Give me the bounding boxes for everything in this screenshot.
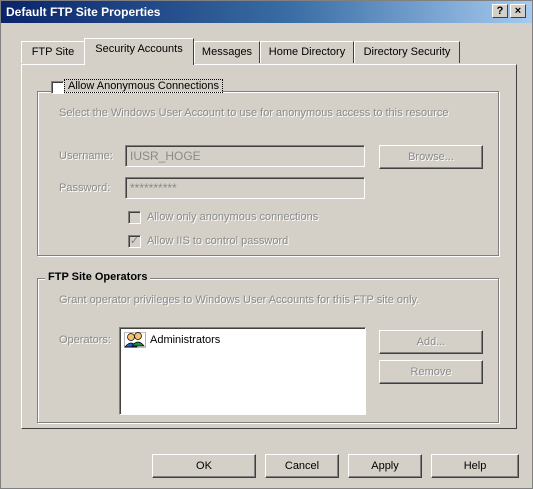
username-label: Username: bbox=[59, 150, 113, 162]
iis-control-checkbox[interactable]: ✓ bbox=[128, 235, 141, 248]
only-anonymous-checkbox[interactable] bbox=[128, 211, 141, 224]
help-button[interactable]: Help bbox=[431, 454, 519, 478]
window-title: Default FTP Site Properties bbox=[6, 5, 161, 19]
add-button[interactable]: Add... bbox=[379, 330, 483, 354]
tab-security-accounts[interactable]: Security Accounts bbox=[84, 38, 194, 65]
username-field[interactable]: IUSR_HOGE bbox=[125, 145, 365, 167]
anonymous-description: Select the Windows User Account to use f… bbox=[59, 107, 449, 119]
operators-list[interactable]: Administrators bbox=[119, 327, 366, 415]
operators-description: Grant operator privileges to Windows Use… bbox=[59, 294, 420, 306]
ok-button[interactable]: OK bbox=[152, 454, 256, 478]
iis-control-label: Allow IIS to control password bbox=[147, 235, 289, 247]
group-users-icon bbox=[124, 332, 146, 351]
properties-dialog: Default FTP Site Properties ? × FTP Site… bbox=[0, 0, 533, 489]
password-label: Password: bbox=[59, 182, 111, 194]
tab-messages[interactable]: Messages bbox=[194, 41, 260, 63]
password-field[interactable]: ********** bbox=[125, 177, 365, 199]
close-icon[interactable]: × bbox=[510, 4, 526, 18]
operator-name: Administrators bbox=[150, 334, 221, 346]
operators-label: Operators: bbox=[59, 334, 111, 346]
browse-button[interactable]: Browse... bbox=[379, 145, 483, 169]
apply-button[interactable]: Apply bbox=[348, 454, 422, 478]
tab-directory-security[interactable]: Directory Security bbox=[354, 41, 460, 63]
tab-home-directory[interactable]: Home Directory bbox=[260, 41, 354, 63]
allow-anonymous-checkbox[interactable] bbox=[51, 81, 64, 94]
remove-button[interactable]: Remove bbox=[379, 360, 483, 384]
operators-group-label: FTP Site Operators bbox=[45, 271, 151, 283]
help-icon[interactable]: ? bbox=[492, 4, 508, 18]
only-anonymous-label: Allow only anonymous connections bbox=[147, 211, 319, 223]
title-bar[interactable]: Default FTP Site Properties ? × bbox=[1, 1, 532, 23]
tab-ftp-site[interactable]: FTP Site bbox=[21, 41, 85, 63]
allow-anonymous-label[interactable]: Allow Anonymous Connections bbox=[63, 79, 224, 93]
cancel-button[interactable]: Cancel bbox=[265, 454, 339, 478]
